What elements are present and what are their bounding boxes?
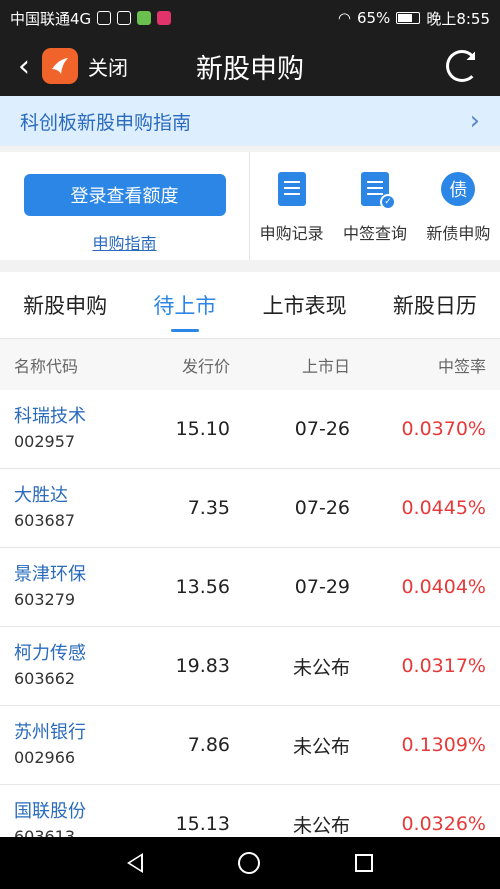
listing-date: 未公布 <box>292 735 350 758</box>
carrier-label: 中国联通4G <box>10 9 92 28</box>
battery-icon <box>396 12 421 24</box>
stock-name[interactable]: 科瑞技术 <box>14 404 135 430</box>
qr-icon <box>117 11 132 25</box>
header-name-code: 名称代码 <box>14 356 79 376</box>
issue-price: 13.56 <box>175 576 230 598</box>
logo-icon <box>52 58 68 74</box>
video-app-icon <box>157 11 172 25</box>
system-nav-bar <box>0 837 500 889</box>
nav-back-icon[interactable] <box>127 853 144 873</box>
quick-item-label: 中签查询 <box>342 224 407 243</box>
tab-bar: 新股申购 待上市 上市表现 新股日历 <box>0 272 500 338</box>
bond-icon: 债 <box>441 172 476 206</box>
quick-item-label: 申购记录 <box>259 224 324 243</box>
star-market-guide-banner[interactable]: 科创板新股申购指南 › <box>0 96 500 146</box>
stock-name[interactable]: 国联股份 <box>14 799 135 825</box>
win-rate: 0.0326% <box>401 813 486 835</box>
app-logo <box>42 48 78 84</box>
close-button[interactable]: 关闭 <box>88 52 128 81</box>
table-row[interactable]: 科瑞技术 002957 15.10 07-26 0.0370% <box>0 390 500 469</box>
tab-pending-listing[interactable]: 待上市 <box>153 272 216 338</box>
issue-price: 15.13 <box>175 813 230 835</box>
issue-price: 7.35 <box>187 497 230 519</box>
banner-text: 科创板新股申购指南 <box>20 111 192 134</box>
winning-query-item[interactable]: ✓ 中签查询 <box>343 172 407 260</box>
app-bar: ‹ 关闭 新股申购 <box>0 36 500 96</box>
new-bond-item[interactable]: 债 新债申购 <box>426 172 490 260</box>
hotspot-icon <box>97 11 112 25</box>
quick-actions: 登录查看额度 申购指南 申购记录 ✓ 中签查询 债 新债申购 <box>0 152 500 260</box>
listing-date: 07-26 <box>294 497 350 519</box>
tab-ipo-calendar[interactable]: 新股日历 <box>393 272 477 338</box>
ipo-table: 科瑞技术 002957 15.10 07-26 0.0370% 大胜达 603687… <box>0 390 500 864</box>
stock-code: 603662 <box>14 669 76 688</box>
subscription-records-item[interactable]: 申购记录 <box>260 172 324 260</box>
tab-listing-performance[interactable]: 上市表现 <box>263 272 347 338</box>
refresh-icon[interactable] <box>446 50 478 82</box>
subscription-guide-link[interactable]: 申购指南 <box>92 230 156 254</box>
win-rate: 0.0404% <box>401 576 486 598</box>
table-row[interactable]: 苏州银行 002966 7.86 未公布 0.1309% <box>0 706 500 785</box>
stock-code: 603687 <box>14 511 76 530</box>
win-rate: 0.0445% <box>401 497 486 519</box>
stock-code: 002966 <box>14 748 76 767</box>
header-listing-date: 上市日 <box>301 356 350 376</box>
table-row[interactable]: 景津环保 603279 13.56 07-29 0.0404% <box>0 548 500 627</box>
stock-name[interactable]: 柯力传感 <box>14 641 135 667</box>
app-notification-icon <box>137 11 152 25</box>
listing-date: 07-26 <box>294 418 350 440</box>
listing-date: 未公布 <box>292 814 350 837</box>
issue-price: 7.86 <box>187 734 230 756</box>
table-header: 名称代码 发行价 上市日 中签率 <box>0 338 500 390</box>
stock-name[interactable]: 景津环保 <box>14 562 135 588</box>
back-chevron-icon[interactable]: ‹ <box>6 49 42 84</box>
nav-recents-icon[interactable] <box>354 854 373 872</box>
issue-price: 15.10 <box>175 418 230 440</box>
chevron-right-icon: › <box>469 106 480 136</box>
wifi-icon: ◠ <box>337 9 351 27</box>
listing-date: 07-29 <box>294 576 350 598</box>
win-rate: 0.0370% <box>401 418 486 440</box>
issue-price: 19.83 <box>175 655 230 677</box>
status-bar: 中国联通4G ◠ 65% 晚上8:55 <box>0 0 500 36</box>
clock: 晚上8:55 <box>426 9 490 28</box>
document-icon <box>277 172 306 206</box>
tab-new-ipo[interactable]: 新股申购 <box>23 272 107 338</box>
nav-home-icon[interactable] <box>237 852 260 874</box>
header-price: 发行价 <box>181 356 230 376</box>
table-row[interactable]: 大胜达 603687 7.35 07-26 0.0445% <box>0 469 500 548</box>
stock-name[interactable]: 苏州银行 <box>14 720 135 746</box>
listing-date: 未公布 <box>292 656 350 679</box>
stock-name[interactable]: 大胜达 <box>14 483 135 509</box>
stock-code: 002957 <box>14 432 76 451</box>
login-view-quota-button[interactable]: 登录查看额度 <box>23 174 226 216</box>
win-rate: 0.0317% <box>401 655 486 677</box>
header-win-rate: 中签率 <box>437 356 486 376</box>
table-row[interactable]: 柯力传感 603662 19.83 未公布 0.0317% <box>0 627 500 706</box>
battery-percent: 65% <box>356 9 391 27</box>
stock-code: 603279 <box>14 590 76 609</box>
quick-item-label: 新债申购 <box>426 224 491 243</box>
win-rate: 0.1309% <box>401 734 486 756</box>
